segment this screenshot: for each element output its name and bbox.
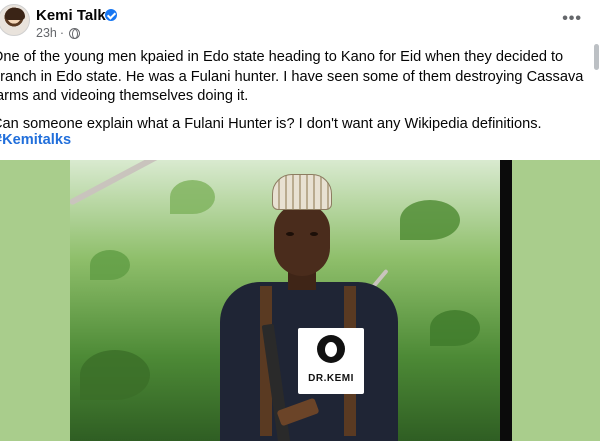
- kufi-cap: [272, 174, 332, 210]
- more-options-icon[interactable]: •••: [562, 10, 582, 28]
- meta-dot: ·: [59, 26, 65, 40]
- face: [274, 204, 330, 276]
- person-figure: [220, 174, 450, 441]
- feed-post: Kemi Talks 23h · ••• One of the young me…: [0, 0, 600, 441]
- post-header: Kemi Talks 23h · •••: [0, 0, 600, 70]
- post-paragraph: One of the young men kpaied in Edo state…: [0, 49, 584, 104]
- watermark-text: DR.KEMI: [308, 373, 354, 384]
- post-time[interactable]: 23h: [36, 26, 57, 40]
- avatar-hair: [5, 8, 25, 20]
- scrollbar-thumb[interactable]: [594, 44, 599, 70]
- watermark-logo: DR.KEMI: [298, 328, 364, 394]
- eye: [286, 232, 294, 236]
- leaf: [80, 350, 150, 400]
- watermark-face: [325, 342, 337, 357]
- hashtag-link[interactable]: #Kemitalks: [0, 132, 71, 148]
- leaf: [170, 180, 215, 214]
- post-media[interactable]: DR.KEMI: [0, 160, 600, 441]
- watermark-circle: [317, 335, 345, 363]
- post-meta: 23h ·: [36, 26, 81, 40]
- author-name[interactable]: Kemi Talks: [36, 7, 114, 24]
- leaf: [90, 250, 130, 280]
- author-avatar[interactable]: [0, 4, 30, 36]
- post-paragraph: Can someone explain what a Fulani Hunter…: [0, 115, 542, 132]
- verified-badge-icon: [105, 9, 117, 21]
- photo-edge: [500, 160, 512, 441]
- post-text: One of the young men kpaied in Edo state…: [0, 48, 588, 142]
- globe-icon: [69, 27, 81, 39]
- eye: [310, 232, 318, 236]
- post-photo[interactable]: [70, 160, 500, 441]
